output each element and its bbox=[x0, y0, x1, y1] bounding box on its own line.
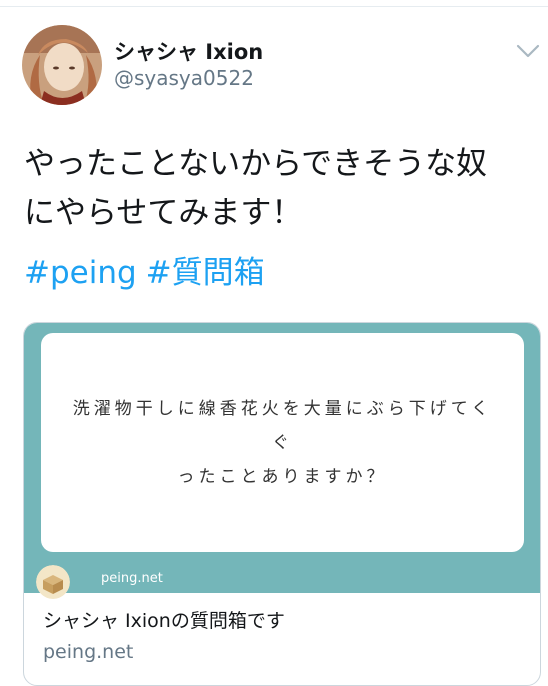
hashtag-link[interactable]: #質問箱 bbox=[146, 247, 265, 292]
chevron-down-icon[interactable] bbox=[515, 42, 541, 60]
question-text: 洗濯物干しに線香花火を大量にぶら下げてくぐ ったことありますか？ bbox=[63, 392, 503, 494]
card-image[interactable]: 洗濯物干しに線香花火を大量にぶら下げてくぐ ったことありますか？ peing.n… bbox=[24, 323, 540, 599]
link-card[interactable]: 洗濯物干しに線香花火を大量にぶら下げてくぐ ったことありますか？ peing.n… bbox=[23, 322, 541, 686]
tweet-text-line: やったことないからできそうな奴 bbox=[24, 146, 488, 182]
avatar[interactable] bbox=[22, 25, 102, 105]
display-name[interactable]: シャシャ Ixion bbox=[114, 36, 263, 66]
hashtags: #peing #質問箱 bbox=[24, 247, 265, 292]
card-domain: peing.net bbox=[43, 641, 134, 663]
question-box: 洗濯物干しに線香花火を大量にぶら下げてくぐ ったことありますか？ bbox=[41, 333, 524, 552]
peing-logo-icon bbox=[36, 565, 70, 599]
top-divider bbox=[0, 6, 548, 7]
tweet-text: やったことないからできそうな奴 にやらせてみます！ bbox=[24, 140, 534, 238]
peing-watermark: peing.net bbox=[101, 571, 163, 586]
tweet-text-line: にやらせてみます！ bbox=[24, 195, 303, 231]
question-line: ったことありますか？ bbox=[177, 466, 388, 487]
card-title[interactable]: シャシャ Ixionの質問箱です bbox=[43, 606, 285, 633]
question-line: 洗濯物干しに線香花火を大量にぶら下げてくぐ bbox=[72, 398, 493, 453]
hashtag-link[interactable]: #peing bbox=[24, 255, 137, 291]
username-handle[interactable]: @syasya0522 bbox=[114, 66, 254, 90]
